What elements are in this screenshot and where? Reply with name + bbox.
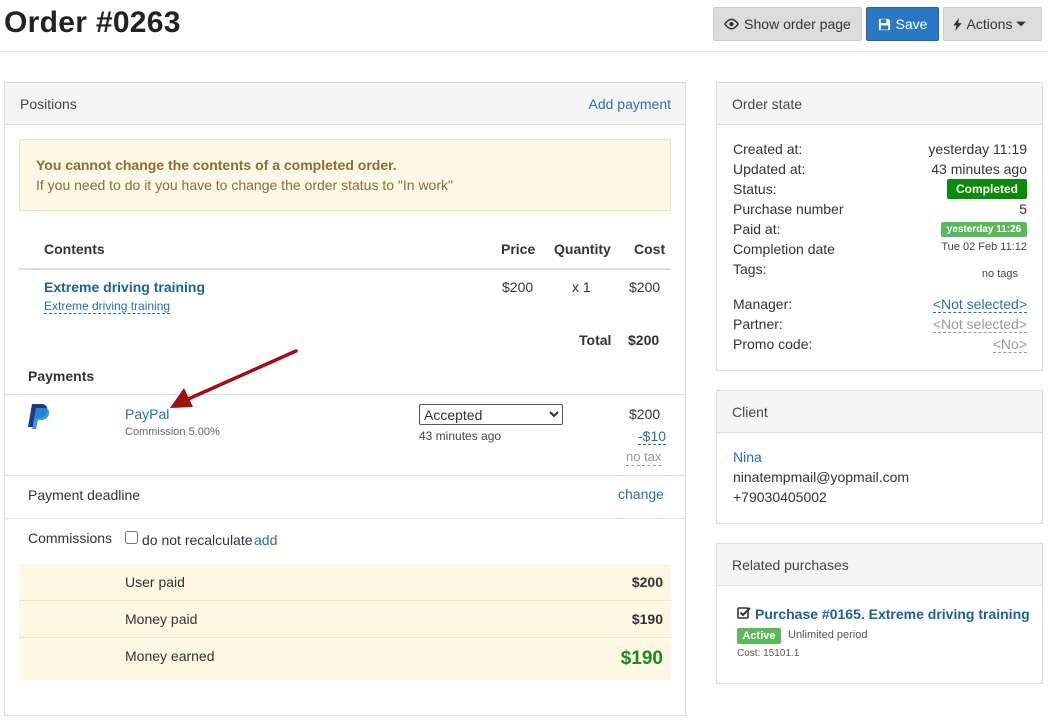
column-quantity: Quantity <box>554 241 611 257</box>
promo-code-label: Promo code: <box>733 336 813 352</box>
save-button[interactable]: Save <box>866 7 939 41</box>
related-purchases-panel: Related purchases Purchase #0165. Extrem… <box>716 543 1043 684</box>
order-state-title: Order state <box>732 95 803 112</box>
eye-icon <box>724 18 740 30</box>
related-period: Unlimited period <box>788 629 868 641</box>
client-name-link[interactable]: Nina <box>733 449 762 465</box>
item-name-link[interactable]: Extreme driving training <box>44 279 205 295</box>
user-paid-value: $200 <box>631 574 663 590</box>
completion-date-label: Completion date <box>733 241 835 257</box>
actions-label: Actions <box>966 16 1013 32</box>
manager-label: Manager: <box>733 296 793 312</box>
item-cost: $200 <box>629 279 661 295</box>
do-not-recalculate-checkbox[interactable] <box>125 531 138 544</box>
show-order-page-button[interactable]: Show order page <box>713 7 862 41</box>
column-contents: Contents <box>44 241 105 257</box>
user-paid-label: User paid <box>125 574 185 590</box>
red-arrow-annotation <box>170 349 298 408</box>
manager-select-link[interactable]: <Not selected> <box>932 296 1027 313</box>
change-deadline-link[interactable]: change <box>618 486 664 502</box>
related-purchase-link[interactable]: Purchase #0165. Extreme driving training <box>755 606 1030 622</box>
client-panel: Client Nina ninatempmail@yopmail.com +79… <box>716 390 1043 524</box>
item-price: $200 <box>502 279 534 295</box>
money-paid-label: Money paid <box>125 611 198 627</box>
created-label: Created at: <box>733 141 803 157</box>
save-label: Save <box>895 16 928 32</box>
alert-title: You cannot change the contents of a comp… <box>36 157 397 173</box>
payment-time: 43 minutes ago <box>419 429 502 443</box>
client-title: Client <box>732 403 768 420</box>
updated-value: 43 minutes ago <box>931 161 1027 177</box>
purchase-number-value: 5 <box>1019 201 1027 217</box>
page-header: Order #0263 Show order page Save Actions <box>0 0 1048 52</box>
floppy-disk-icon <box>878 18 890 30</box>
do-not-recalculate-label: do not recalculate <box>142 532 253 548</box>
status-label: Status: <box>733 181 777 197</box>
check-square-icon <box>737 607 751 619</box>
status-badge: Completed <box>947 179 1027 199</box>
payment-tax-link[interactable]: no tax <box>626 449 662 466</box>
add-commission-link[interactable]: add <box>254 532 277 548</box>
tags-value: no tags <box>981 268 1018 280</box>
promo-code-link[interactable]: <No> <box>992 336 1027 353</box>
item-sub-link[interactable]: Extreme driving training <box>44 299 171 314</box>
deadline-divider-top <box>5 475 685 476</box>
deadline-divider-bottom <box>5 518 685 519</box>
money-paid-value: $190 <box>631 611 663 627</box>
commissions-label: Commissions <box>28 530 113 546</box>
show-order-page-label: Show order page <box>744 16 851 32</box>
payment-fee-link[interactable]: -$10 <box>638 428 667 445</box>
order-state-panel: Order state Created at: yesterday 11:19 … <box>716 82 1043 371</box>
payment-amount: $200 <box>629 406 661 422</box>
client-header: Client <box>717 391 1042 433</box>
payments-divider <box>5 394 685 395</box>
completion-date-value: Tue 02 Feb 11:12 <box>941 241 1027 253</box>
completed-order-alert: You cannot change the contents of a comp… <box>19 139 671 211</box>
money-earned-value: $190 <box>620 648 663 669</box>
payments-title: Payments <box>28 368 95 384</box>
client-phone: +79030405002 <box>733 489 827 505</box>
total-label: Total <box>579 332 612 348</box>
positions-panel: Positions Add payment You cannot change … <box>4 82 686 716</box>
partner-label: Partner: <box>733 316 783 332</box>
column-cost: Cost <box>634 241 666 257</box>
positions-header: Positions Add payment <box>5 83 685 125</box>
paid-at-label: Paid at: <box>733 221 781 237</box>
order-state-header: Order state <box>717 83 1042 125</box>
payment-status-select[interactable]: Accepted <box>419 404 563 425</box>
purchase-number-label: Purchase number <box>733 201 844 217</box>
alert-text: If you need to do it you have to change … <box>36 177 453 193</box>
payment-deadline-label: Payment deadline <box>28 487 141 503</box>
add-payment-link[interactable]: Add payment <box>589 96 672 112</box>
related-purchases-header: Related purchases <box>717 544 1042 586</box>
actions-dropdown[interactable]: Actions <box>943 7 1042 41</box>
caret-down-icon <box>1016 21 1027 27</box>
table-header-divider <box>19 268 671 270</box>
related-purchases-title: Related purchases <box>732 556 849 573</box>
partner-select-link[interactable]: <Not selected> <box>932 316 1027 333</box>
total-value: $200 <box>628 332 660 348</box>
lightning-icon <box>952 17 962 31</box>
created-value: yesterday 11:19 <box>928 141 1027 157</box>
paid-at-badge: yesterday 11:26 <box>941 222 1027 237</box>
payment-commission: Commission 5.00% <box>125 426 220 438</box>
money-earned-label: Money earned <box>125 648 215 664</box>
related-cost: Cost: 15101.1 <box>737 648 800 659</box>
item-quantity: x 1 <box>572 279 591 295</box>
active-badge: Active <box>737 628 781 644</box>
column-price: Price <box>501 241 536 257</box>
updated-label: Updated at: <box>733 161 806 177</box>
paypal-icon <box>28 404 50 429</box>
page-title: Order #0263 <box>4 6 181 39</box>
client-email: ninatempmail@yopmail.com <box>733 469 910 485</box>
positions-title: Positions <box>20 95 77 112</box>
tags-label: Tags: <box>733 261 767 277</box>
